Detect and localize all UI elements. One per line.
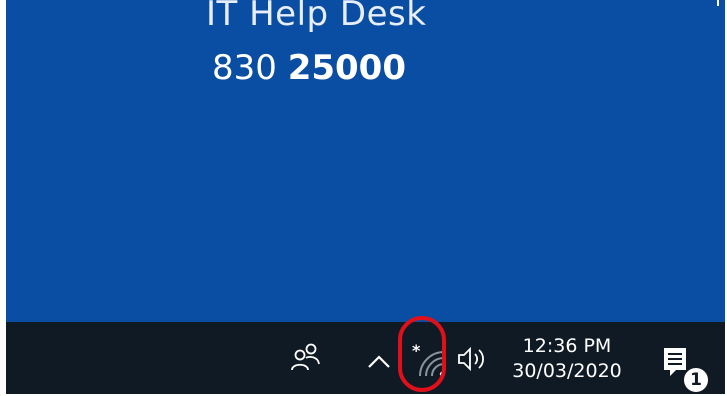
taskbar-clock[interactable]: 12:36 PM 30/03/2020 <box>501 328 633 388</box>
phone-suffix: 25000 <box>287 48 406 88</box>
people-icon <box>291 343 320 371</box>
speaker-icon <box>458 346 484 372</box>
action-center-button[interactable]: 1 <box>654 344 714 394</box>
wifi-icon: * <box>412 341 445 377</box>
phone-prefix: 830 <box>212 48 288 88</box>
taskbar: * 12:36 PM 30/03/2020 1 <box>6 322 725 394</box>
corner-mark <box>717 0 719 6</box>
wallpaper-help-desk-title: IT Help Desk <box>206 0 427 34</box>
clock-time: 12:36 PM <box>522 335 612 357</box>
chevron-up-icon <box>368 355 390 368</box>
wallpaper-phone-number: 830 25000 <box>212 48 406 88</box>
notification-count-badge: 1 <box>682 366 710 394</box>
show-hidden-icons-button[interactable] <box>364 346 394 376</box>
svg-text:*: * <box>412 341 421 360</box>
clock-date: 30/03/2020 <box>512 360 622 382</box>
network-button[interactable]: * <box>408 340 448 380</box>
volume-button[interactable] <box>453 344 493 374</box>
people-button[interactable] <box>288 340 322 374</box>
desktop-background: IT Help Desk 830 25000 <box>6 0 725 322</box>
